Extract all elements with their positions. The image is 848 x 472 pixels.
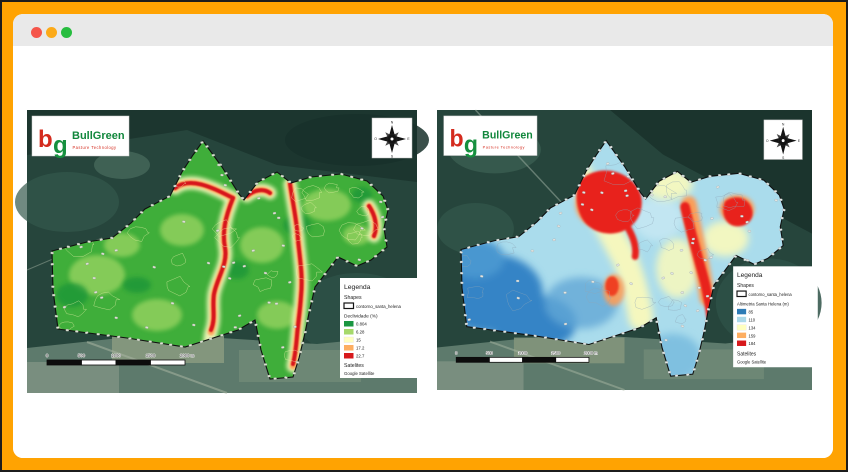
class-label: 17.2 <box>356 346 365 351</box>
contour-swatch <box>737 291 746 296</box>
class-swatch <box>737 317 746 322</box>
class-label: 15 <box>356 338 361 343</box>
logo-mark-g: g <box>464 131 478 157</box>
scale-tick: 1000 <box>111 353 121 358</box>
compass-rose: N S E O <box>764 120 802 160</box>
legend-satellites-label: Satelites <box>737 351 757 357</box>
class-label: 134 <box>749 325 757 330</box>
class-label: 6.28 <box>356 330 365 335</box>
class-swatch <box>737 325 746 330</box>
class-swatch <box>344 345 354 351</box>
minimize-window-button[interactable] <box>46 27 57 38</box>
orange-frame: b g BullGreen Pasture Technology N S <box>2 2 846 470</box>
legend-basemap-label: Google Satellite <box>737 359 767 364</box>
legend-layer-label: Declividade (%) <box>344 314 378 320</box>
window-border: b g BullGreen Pasture Technology N S <box>0 0 848 472</box>
scale-tick: 2000 m <box>180 353 195 358</box>
logo-tagline: Pasture Technology <box>73 145 117 150</box>
logo-mark-b: b <box>38 126 53 153</box>
logo-brand: BullGreen <box>482 130 532 142</box>
legend: Legenda Shapes contorno_santa_helena Alt… <box>733 266 818 367</box>
scale-tick: 500 <box>486 350 494 355</box>
class-swatch <box>737 333 746 338</box>
class-swatch <box>737 341 746 346</box>
zoom-window-button[interactable] <box>61 27 72 38</box>
logo-brand: BullGreen <box>72 130 125 142</box>
close-window-button[interactable] <box>31 27 42 38</box>
compass-west-label: O <box>766 139 769 143</box>
browser-titlebar <box>13 14 833 46</box>
class-swatch <box>344 337 354 343</box>
scale-tick: 1500 <box>551 350 561 355</box>
bullgreen-logo: b g BullGreen Pasture Technology <box>444 116 537 158</box>
page-content: b g BullGreen Pasture Technology N S <box>13 46 833 458</box>
compass-west-label: O <box>374 137 377 141</box>
class-label: 159 <box>749 333 757 338</box>
logo-mark-b: b <box>450 125 464 151</box>
legend-contour-label: contorno_santa_helena <box>356 304 402 309</box>
class-swatch <box>344 353 354 359</box>
scale-tick: 1000 <box>518 350 528 355</box>
browser-window: b g BullGreen Pasture Technology N S <box>13 14 833 458</box>
legend-shapes-label: Shapes <box>737 283 754 289</box>
slope-map-canvas: b g BullGreen Pasture Technology N S <box>27 110 417 393</box>
legend-title: Legenda <box>737 272 763 279</box>
legend-satellites-label: Satelites <box>344 363 364 369</box>
legend-title: Legenda <box>344 284 371 291</box>
class-label: 110 <box>749 317 756 322</box>
class-swatch <box>344 321 354 327</box>
logo-mark-g: g <box>53 132 68 159</box>
class-label: 184 <box>749 341 757 346</box>
logo-tagline: Pasture Technology <box>483 145 525 150</box>
class-swatch <box>344 329 354 335</box>
scale-tick: 2000 m <box>584 350 598 355</box>
legend-contour-label: contorno_santa_helena <box>749 292 793 297</box>
contour-swatch <box>344 303 354 309</box>
bullgreen-logo: b g BullGreen Pasture Technology <box>32 116 129 159</box>
legend-layer-label: Altimetria Santa Helena (m) <box>737 301 789 306</box>
class-label: 0.804 <box>356 322 367 327</box>
legend-shapes-label: Shapes <box>344 295 362 301</box>
legend-basemap-label: Google Satellite <box>344 371 375 376</box>
legend: Legenda Shapes contorno_santa_helena Dec… <box>340 278 426 378</box>
class-label: 22.7 <box>356 354 365 359</box>
class-label: 85 <box>749 309 754 314</box>
compass-rose: N S E O <box>372 118 412 159</box>
elevation-map-canvas: b g BullGreen Pasture Technology N S E <box>437 110 812 390</box>
scale-tick: 500 <box>78 353 86 358</box>
scale-tick: 1500 <box>146 353 156 358</box>
class-swatch <box>737 309 746 314</box>
